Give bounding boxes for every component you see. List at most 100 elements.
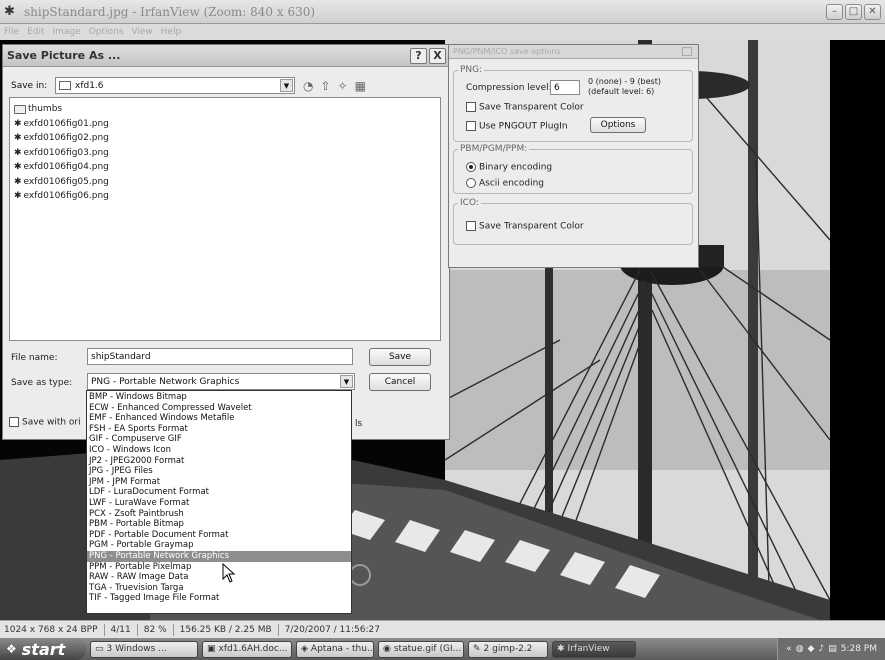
compression-input[interactable]: 6 (550, 80, 580, 95)
help-button[interactable]: ? (410, 47, 427, 64)
menu-options[interactable]: Options (89, 27, 124, 37)
ico-transparent-checkbox[interactable] (466, 221, 476, 231)
view-menu-icon[interactable]: ▦ (355, 79, 366, 93)
clock[interactable]: 5:28 PM (841, 644, 877, 654)
cancel-button[interactable]: Cancel (369, 373, 431, 391)
pngout-checkbox[interactable] (466, 121, 476, 131)
file-list[interactable]: thumbs ✱ exfd0106fig01.png ✱ exfd0106fig02… (9, 97, 441, 341)
irfanview-icon: ✱ (4, 3, 15, 19)
taskbar-item[interactable]: ◈ Aptana - thu... (296, 640, 374, 658)
menu-file[interactable]: File (4, 27, 19, 37)
new-folder-icon[interactable]: ✧ (338, 79, 348, 93)
up-folder-icon[interactable]: ⇧ (320, 79, 330, 93)
file-name-input[interactable]: shipStandard (87, 348, 353, 365)
menu-edit[interactable]: Edit (27, 27, 44, 37)
status-size: 156.25 KB / 2.25 MB (179, 624, 272, 635)
app-title: shipStandard.jpg - IrfanView (Zoom: 840 … (24, 4, 316, 19)
save-original-checkbox[interactable] (9, 417, 19, 427)
type-option[interactable]: PCX - Zsoft Paintbrush (87, 509, 351, 520)
folder-icon: ▭ (95, 644, 104, 654)
save-type-dropdown[interactable]: BMP - Windows Bitmap ECW - Enhanced Comp… (86, 390, 352, 614)
taskbar-item[interactable]: ▭ 3 Windows ... (90, 640, 198, 658)
type-option[interactable]: JPM - JPM Format (87, 477, 351, 488)
type-option[interactable]: TIF - Tagged Image File Format (87, 593, 351, 604)
start-button[interactable]: ❖ start (0, 638, 86, 660)
folder-icon (59, 81, 71, 90)
dialog-title-bar: Save Picture As ... ? X (3, 45, 449, 67)
taskbar: ❖ start ▭ 3 Windows ... ▣ xfd1.6AH.doc... … (0, 638, 885, 660)
pngout-options-button[interactable]: Options (590, 117, 646, 133)
type-option[interactable]: EMF - Enhanced Windows Metafile (87, 413, 351, 424)
tray-shield-icon[interactable]: ◆ (808, 644, 815, 654)
png-options-panel: PNG/PNM/ICO save options PNG: Compressio… (448, 44, 699, 268)
type-option[interactable]: FSH - EA Sports Format (87, 424, 351, 435)
binary-encoding-option[interactable]: Binary encoding (466, 162, 552, 173)
save-original-tail: ls (355, 419, 363, 429)
type-option[interactable]: PPM - Portable Pixelmap (87, 562, 351, 573)
dialog-close-button[interactable]: X (429, 47, 446, 64)
type-option[interactable]: BMP - Windows Bitmap (87, 392, 351, 403)
taskbar-item[interactable]: ◉ statue.gif (GI... (378, 640, 464, 658)
compression-default: (default level: 6) (588, 87, 655, 96)
save-button[interactable]: Save (369, 348, 431, 366)
dialog-title: Save Picture As ... (7, 49, 121, 62)
taskbar-item[interactable]: ▣ xfd1.6AH.doc... (202, 640, 292, 658)
chevron-down-icon[interactable]: ▼ (280, 79, 293, 92)
list-item[interactable]: ✱ exfd0106fig06.png (14, 189, 436, 204)
type-option-selected[interactable]: PNG - Portable Network Graphics (87, 550, 351, 562)
irfanview-icon: ✱ (557, 644, 565, 654)
status-bar: 1024 x 768 x 24 BPP 4/11 82 % 156.25 KB … (0, 620, 885, 638)
list-item[interactable]: ✱ exfd0106fig02.png (14, 131, 436, 146)
save-transparent-checkbox[interactable] (466, 102, 476, 112)
list-item[interactable]: thumbs (14, 102, 436, 117)
menu-bar: File Edit Image Options View Help (0, 24, 885, 40)
type-option[interactable]: PDF - Portable Document Format (87, 530, 351, 541)
save-in-combo[interactable]: xfd1.6 ▼ (55, 77, 295, 94)
menu-image[interactable]: Image (53, 27, 81, 37)
ascii-radio[interactable] (466, 178, 476, 188)
file-name-label: File name: (11, 353, 58, 363)
type-option[interactable]: PGM - Portable Graymap (87, 540, 351, 551)
type-option[interactable]: LDF - LuraDocument Format (87, 487, 351, 498)
list-item[interactable]: ✱ exfd0106fig01.png (14, 117, 436, 132)
type-option[interactable]: ECW - Enhanced Compressed Wavelet (87, 403, 351, 414)
save-in-label: Save in: (11, 80, 48, 91)
type-option[interactable]: ICO - Windows Icon (87, 445, 351, 456)
back-icon[interactable]: ◔ (303, 79, 313, 93)
type-option[interactable]: JP2 - JPEG2000 Format (87, 456, 351, 467)
binary-radio[interactable] (466, 162, 476, 172)
minimize-button[interactable]: – (826, 4, 843, 20)
image-file-icon: ✱ (14, 118, 22, 129)
tray-arrow-icon[interactable]: « (786, 644, 792, 654)
type-option[interactable]: TGA - Truevision Targa (87, 583, 351, 594)
ascii-encoding-option[interactable]: Ascii encoding (466, 178, 544, 189)
chevron-down-icon[interactable]: ▼ (340, 375, 353, 388)
image-file-icon: ✱ (14, 191, 22, 202)
tray-network-icon[interactable]: ◍ (796, 644, 804, 654)
tray-monitor-icon[interactable]: ▤ (828, 644, 837, 654)
save-transparent-option[interactable]: Save Transparent Color (466, 102, 584, 113)
close-button[interactable]: ✕ (864, 4, 881, 20)
options-title: PNG/PNM/ICO save options (449, 45, 698, 59)
folder-icon (14, 104, 26, 114)
save-type-select[interactable]: PNG - Portable Network Graphics ▼ (87, 373, 355, 390)
taskbar-item-active[interactable]: ✱ IrfanView (552, 640, 636, 658)
maximize-button[interactable]: □ (845, 4, 862, 20)
save-original-option[interactable]: Save with ori (9, 417, 81, 428)
taskbar-item[interactable]: ✎ 2 gimp-2.2 (468, 640, 548, 658)
list-item[interactable]: ✱ exfd0106fig04.png (14, 160, 436, 175)
menu-view[interactable]: View (131, 27, 152, 37)
ico-transparent-option[interactable]: Save Transparent Color (466, 221, 584, 232)
status-dimensions: 1024 x 768 x 24 BPP (4, 624, 98, 635)
type-option[interactable]: RAW - RAW Image Data (87, 572, 351, 583)
list-item[interactable]: ✱ exfd0106fig03.png (14, 146, 436, 161)
type-option[interactable]: JPG - JPEG Files (87, 466, 351, 477)
list-item[interactable]: ✱ exfd0106fig05.png (14, 175, 436, 190)
type-option[interactable]: GIF - Compuserve GIF (87, 434, 351, 445)
type-option[interactable]: PBM - Portable Bitmap (87, 519, 351, 530)
menu-help[interactable]: Help (161, 27, 182, 37)
tray-volume-icon[interactable]: ♪ (818, 644, 824, 654)
options-close-icon[interactable] (682, 47, 692, 56)
pngout-option[interactable]: Use PNGOUT PlugIn (466, 121, 568, 132)
type-option[interactable]: LWF - LuraWave Format (87, 498, 351, 509)
